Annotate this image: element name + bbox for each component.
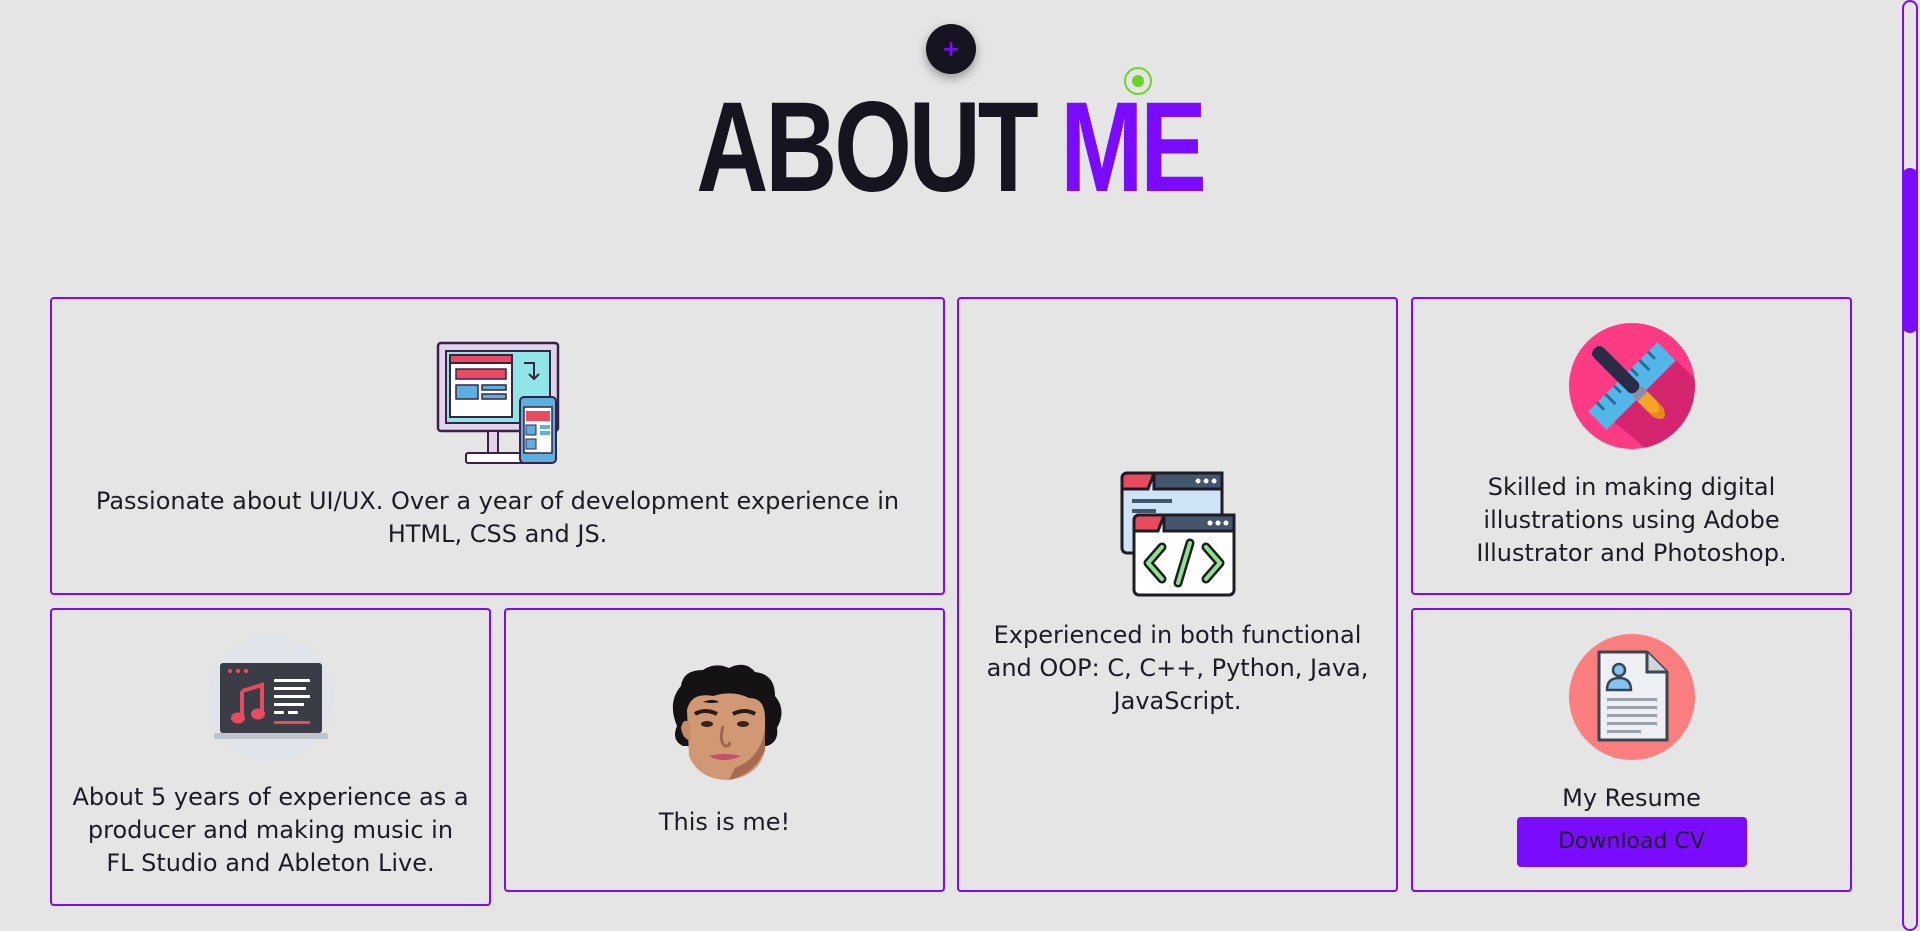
uiux-description: Passionate about UI/UX. Over a year of d… [95, 487, 900, 548]
title-about: ABOUT [696, 76, 1038, 219]
scrollbar-thumb[interactable] [1902, 168, 1918, 333]
plus-icon: + [941, 36, 961, 62]
design-tools-icon [1568, 322, 1695, 449]
resume-document-icon [1568, 633, 1695, 760]
me-caption: This is me! [658, 807, 791, 836]
programming-description: Experienced in both functional and OOP: … [986, 621, 1369, 715]
avatar-face-icon [672, 664, 782, 780]
card-resume: My Resume Download CV [1411, 608, 1852, 892]
music-laptop-icon [207, 634, 334, 761]
card-me: This is me! [504, 608, 945, 892]
plus-fab-button[interactable]: + [926, 24, 976, 74]
illustration-description: Skilled in making digital illustrations … [1476, 472, 1787, 567]
title-me: ME [1060, 76, 1207, 219]
music-description: About 5 years of experience as a produce… [72, 782, 469, 877]
responsive-devices-icon [436, 341, 559, 464]
code-windows-icon [1120, 471, 1235, 597]
about-me-page: + ABOUT ME Passionate about UI/UX. Over … [0, 0, 1920, 931]
card-programming: Experienced in both functional and OOP: … [957, 297, 1398, 892]
download-cv-button[interactable]: Download CV [1516, 816, 1747, 867]
card-music: About 5 years of experience as a produce… [50, 608, 491, 906]
resume-label: My Resume [1562, 783, 1701, 812]
scrollbar-track[interactable] [1902, 0, 1918, 931]
card-uiux: Passionate about UI/UX. Over a year of d… [50, 297, 945, 595]
card-illustration: Skilled in making digital illustrations … [1411, 297, 1852, 595]
page-title: ABOUT ME [209, 78, 1691, 218]
